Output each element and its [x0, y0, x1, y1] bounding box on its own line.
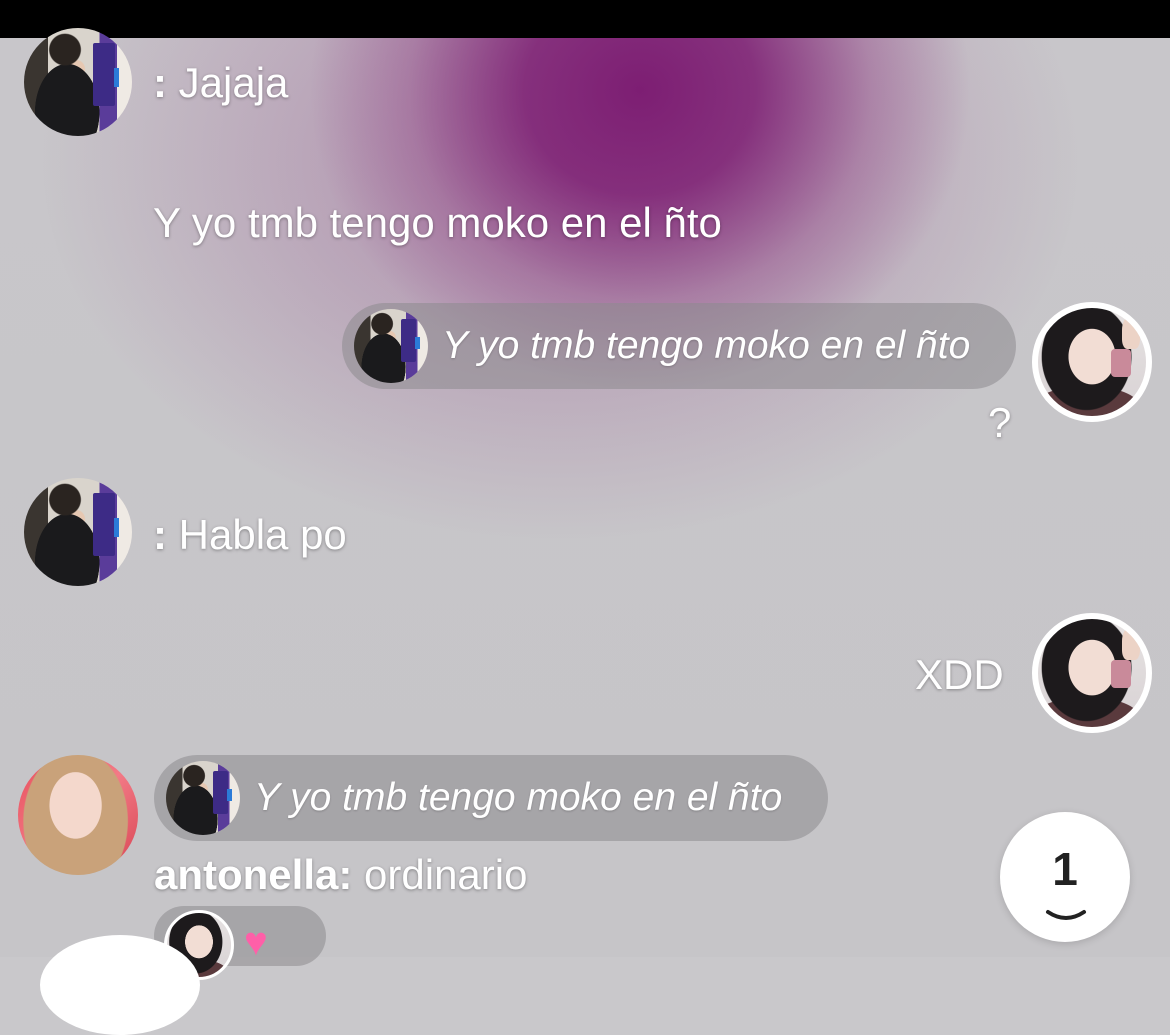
- sender-avatar-antonella[interactable]: [18, 755, 138, 875]
- message-prefix: :: [153, 59, 167, 106]
- chevron-down-icon: [1046, 910, 1086, 920]
- quoted-avatar: [166, 761, 240, 835]
- message-text: Y yo tmb tengo moko en el ñto: [153, 199, 722, 246]
- quoted-avatar: [354, 309, 428, 383]
- own-avatar[interactable]: [1032, 613, 1152, 733]
- reply-quote-text: Y yo tmb tengo moko en el ñto: [442, 324, 971, 367]
- reply-quote-pill[interactable]: Y yo tmb tengo moko en el ñto: [154, 755, 828, 841]
- scroll-to-bottom-button[interactable]: 1: [1000, 812, 1130, 942]
- unread-count: 1: [1052, 843, 1078, 895]
- message-body: ordinario: [364, 851, 528, 898]
- message-body: Jajaja: [178, 59, 289, 106]
- message-text: : Habla po: [153, 510, 347, 560]
- reply-quote-pill[interactable]: Y yo tmb tengo moko en el ñto: [342, 303, 1016, 389]
- own-avatar[interactable]: [1032, 302, 1152, 422]
- message-body: Habla po: [178, 511, 347, 558]
- heart-sticker-icon: ♥: [244, 920, 268, 964]
- sender-avatar[interactable]: [24, 28, 132, 136]
- message-prefix: :: [153, 511, 167, 558]
- status-bar: [0, 0, 1170, 38]
- message-text: ?: [988, 399, 1012, 446]
- input-button[interactable]: [40, 935, 200, 1035]
- message-text: antonella: ordinario: [154, 850, 527, 900]
- reply-quote-text: Y yo tmb tengo moko en el ñto: [254, 776, 783, 819]
- sender-avatar[interactable]: [24, 478, 132, 586]
- message-text: : Jajaja: [153, 58, 288, 108]
- sender-name: antonella:: [154, 851, 353, 898]
- message-text: XDD: [915, 651, 1004, 698]
